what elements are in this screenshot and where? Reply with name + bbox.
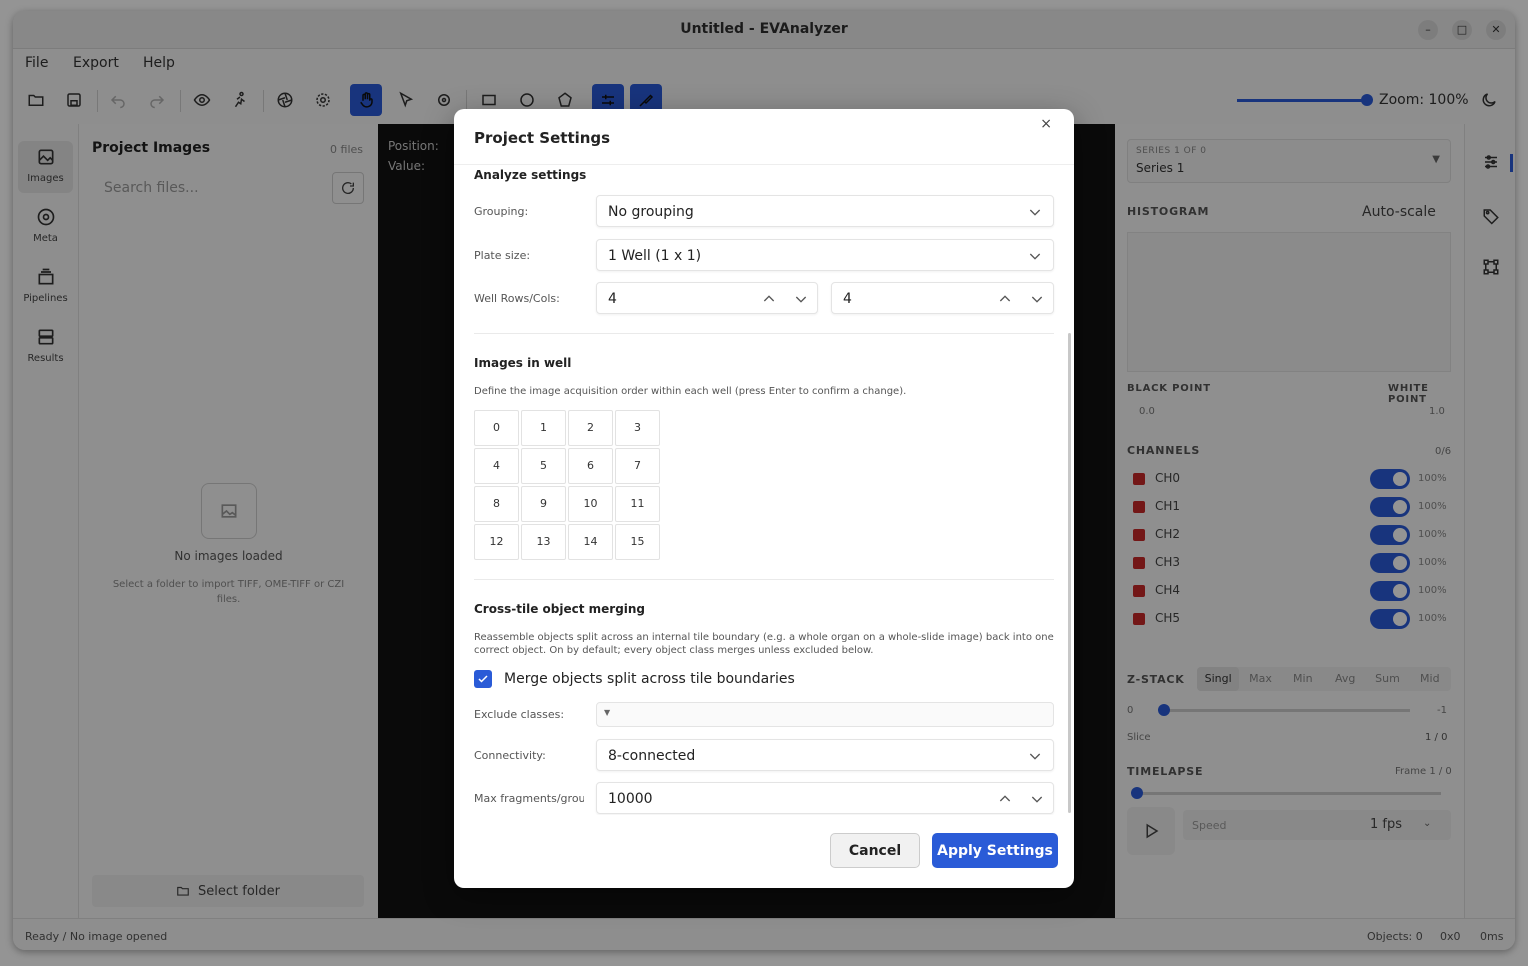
well-cell[interactable]: 0 bbox=[474, 410, 519, 446]
chevron-up-icon[interactable] bbox=[761, 291, 777, 307]
well-cell[interactable]: 14 bbox=[568, 524, 613, 560]
dialog-header: Project Settings × bbox=[454, 109, 1074, 165]
plate-size-label: Plate size: bbox=[474, 249, 531, 262]
well-cols-input[interactable]: 4 bbox=[831, 282, 1054, 314]
well-cell[interactable]: 11 bbox=[615, 486, 660, 522]
images-in-well-description: Define the image acquisition order withi… bbox=[474, 386, 907, 397]
grouping-value: No grouping bbox=[608, 204, 694, 220]
chevron-up-icon[interactable] bbox=[997, 791, 1013, 807]
well-cols-value: 4 bbox=[843, 291, 852, 307]
chevron-down-icon[interactable] bbox=[1029, 291, 1045, 307]
well-cell[interactable]: 8 bbox=[474, 486, 519, 522]
cancel-button[interactable]: Cancel bbox=[830, 833, 920, 868]
well-cell[interactable]: 4 bbox=[474, 448, 519, 484]
divider bbox=[474, 333, 1054, 334]
cross-tile-merging-description: Reassemble objects split across an inter… bbox=[474, 632, 1054, 656]
connectivity-label: Connectivity: bbox=[474, 749, 546, 762]
checkmark-icon bbox=[478, 675, 488, 683]
images-in-well-title: Images in well bbox=[474, 356, 572, 370]
dialog-scrollbar[interactable] bbox=[1068, 333, 1071, 813]
well-cell[interactable]: 15 bbox=[615, 524, 660, 560]
well-cell[interactable]: 7 bbox=[615, 448, 660, 484]
chevron-up-icon[interactable] bbox=[997, 291, 1013, 307]
merge-checkbox[interactable] bbox=[474, 670, 492, 688]
plate-size-select[interactable]: 1 Well (1 x 1) bbox=[596, 239, 1054, 271]
project-settings-dialog: Project Settings × Analyze settings Grou… bbox=[454, 109, 1074, 888]
well-cell[interactable]: 2 bbox=[568, 410, 613, 446]
connectivity-select[interactable]: 8-connected bbox=[596, 739, 1054, 771]
merge-checkbox-label[interactable]: Merge objects split across tile boundari… bbox=[504, 671, 795, 687]
well-rows-input[interactable]: 4 bbox=[596, 282, 818, 314]
well-rows-cols-label: Well Rows/Cols: bbox=[474, 292, 560, 305]
grouping-select[interactable]: No grouping bbox=[596, 195, 1054, 227]
grouping-label: Grouping: bbox=[474, 205, 529, 218]
analyze-settings-title: Analyze settings bbox=[474, 168, 587, 182]
chevron-down-icon bbox=[1029, 253, 1041, 260]
connectivity-value: 8-connected bbox=[608, 748, 696, 764]
chevron-down-icon[interactable] bbox=[1029, 791, 1045, 807]
close-icon[interactable]: × bbox=[1040, 116, 1052, 132]
chevron-down-icon[interactable] bbox=[793, 291, 809, 307]
well-cell[interactable]: 3 bbox=[615, 410, 660, 446]
apply-settings-button[interactable]: Apply Settings bbox=[932, 833, 1058, 868]
max-fragments-label: Max fragments/group bbox=[474, 792, 584, 805]
well-cell[interactable]: 5 bbox=[521, 448, 566, 484]
exclude-classes-label: Exclude classes: bbox=[474, 708, 565, 721]
chevron-down-icon bbox=[1029, 209, 1041, 216]
well-cell[interactable]: 10 bbox=[568, 486, 613, 522]
well-cell[interactable]: 9 bbox=[521, 486, 566, 522]
dialog-title: Project Settings bbox=[474, 129, 611, 147]
well-rows-value: 4 bbox=[608, 291, 617, 307]
max-fragments-value: 10000 bbox=[608, 791, 653, 807]
well-cell[interactable]: 6 bbox=[568, 448, 613, 484]
plate-size-value: 1 Well (1 x 1) bbox=[608, 248, 702, 264]
exclude-classes-input[interactable]: ▼ bbox=[596, 702, 1054, 727]
cross-tile-merging-title: Cross-tile object merging bbox=[474, 602, 646, 616]
well-cell[interactable]: 12 bbox=[474, 524, 519, 560]
well-cell[interactable]: 1 bbox=[521, 410, 566, 446]
chevron-down-icon bbox=[1029, 753, 1041, 760]
dropdown-arrow-icon: ▼ bbox=[604, 708, 611, 717]
max-fragments-input[interactable]: 10000 bbox=[596, 782, 1054, 814]
dialog-body[interactable]: Analyze settings Grouping: No grouping P… bbox=[454, 165, 1074, 815]
well-cell[interactable]: 13 bbox=[521, 524, 566, 560]
divider bbox=[474, 579, 1054, 580]
